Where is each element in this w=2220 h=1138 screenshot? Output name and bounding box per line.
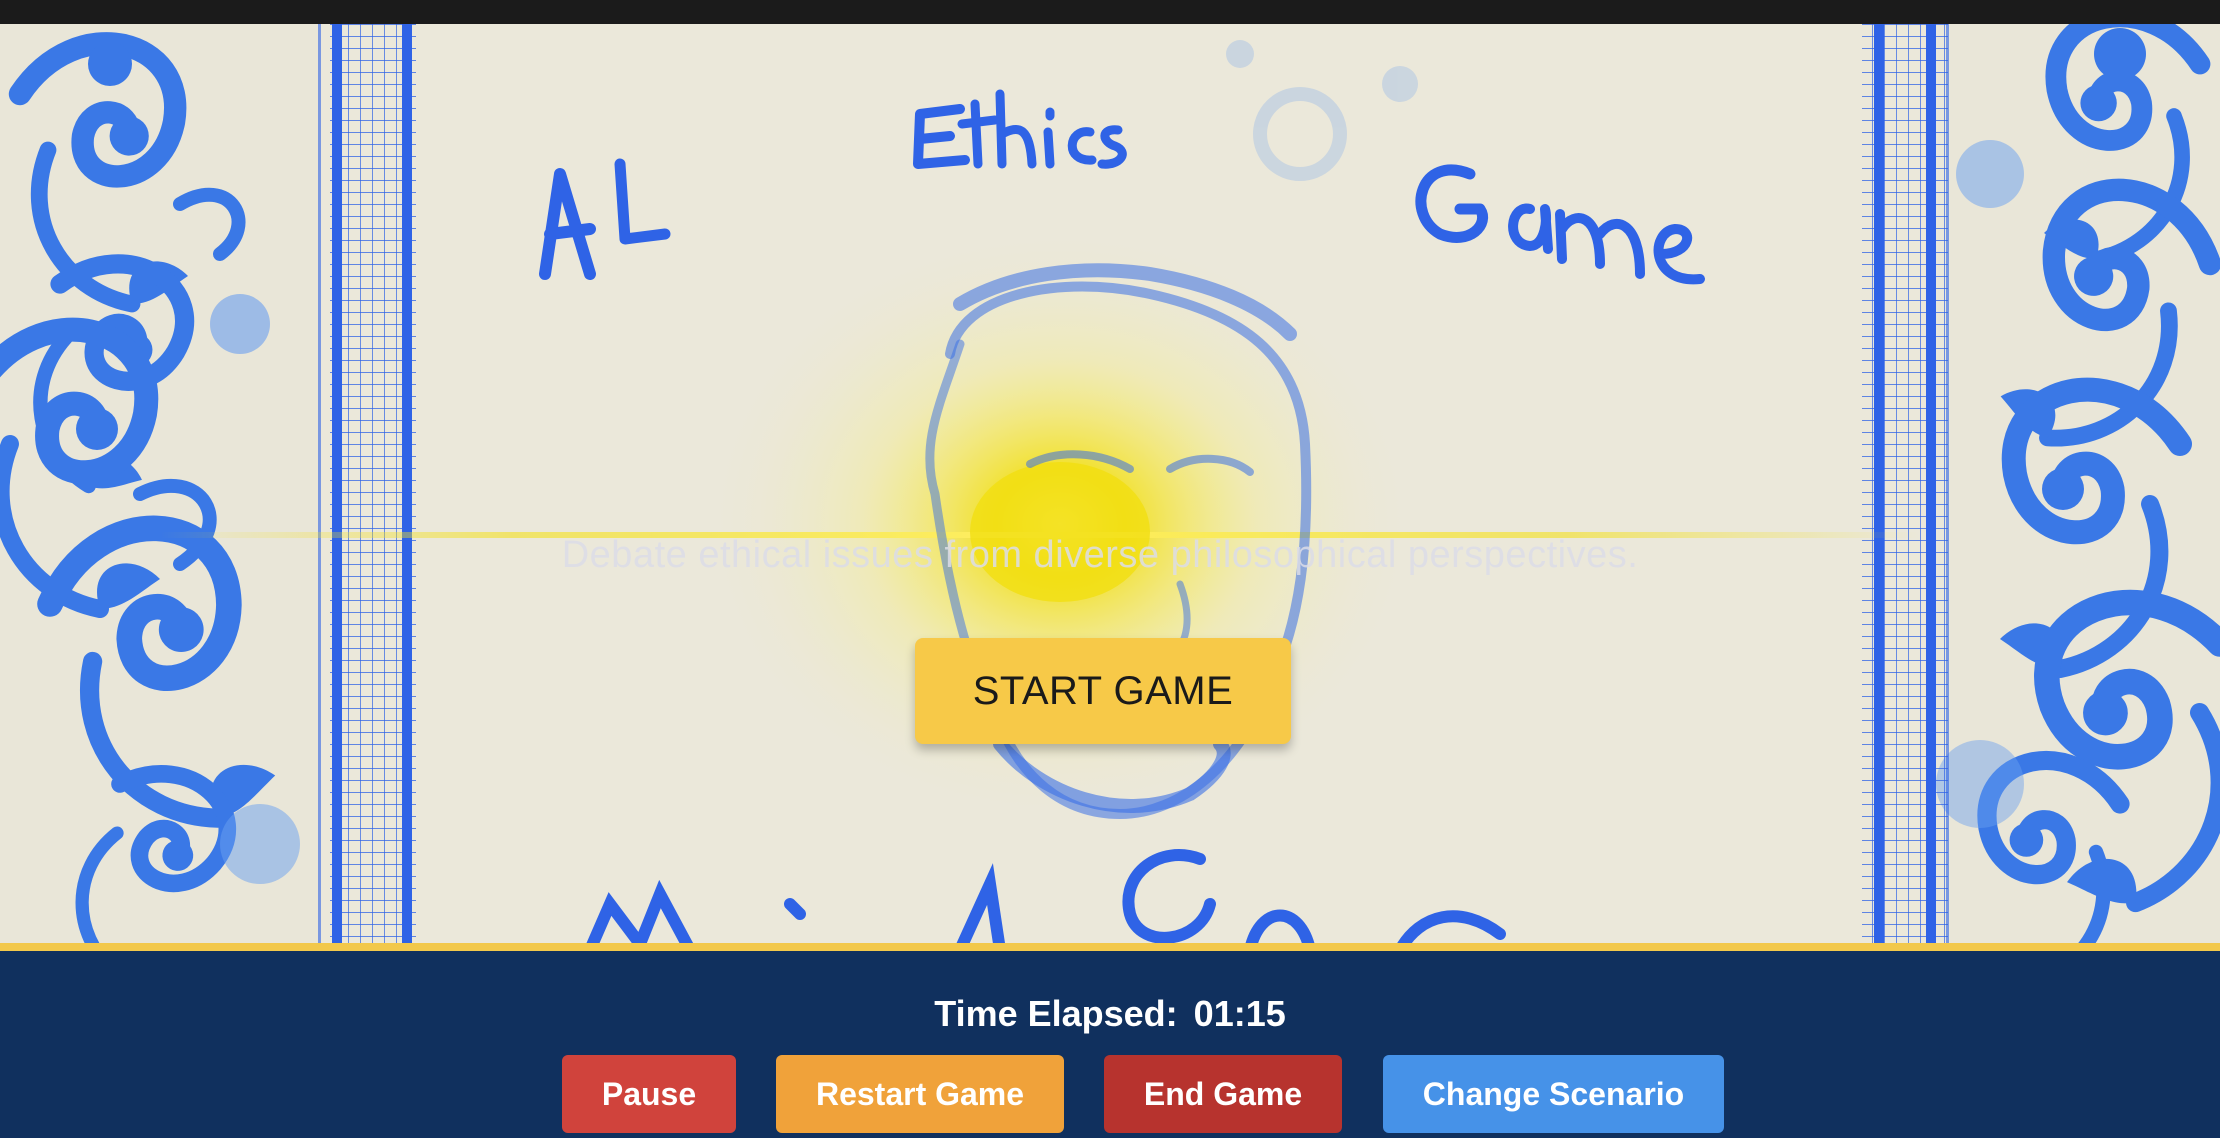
- left-grid-column-icon: [318, 24, 416, 950]
- game-title-screen: Debate ethical issues from diverse philo…: [0, 24, 2220, 950]
- pause-button[interactable]: Pause: [562, 1055, 736, 1133]
- start-game-button[interactable]: START GAME: [915, 638, 1291, 744]
- timer-value: 01:15: [1193, 993, 1286, 1034]
- bottom-handwriting-icon: [584, 849, 1506, 950]
- right-grid-column-icon: [1862, 24, 1949, 950]
- change-scenario-button[interactable]: Change Scenario: [1383, 1055, 1724, 1133]
- footer-divider: [0, 943, 2220, 951]
- timer-display: Time Elapsed: 01:15: [0, 993, 2220, 1035]
- restart-game-button[interactable]: Restart Game: [776, 1055, 1064, 1133]
- control-footer: Time Elapsed: 01:15 Pause Restart Game E…: [0, 951, 2220, 1138]
- right-floral-ornament-icon: [1936, 24, 2220, 950]
- faint-ornament-icon: [1226, 40, 1418, 181]
- timer-label: Time Elapsed:: [934, 993, 1178, 1034]
- left-floral-ornament-icon: [0, 24, 320, 950]
- top-bar: [0, 0, 2220, 24]
- end-game-button[interactable]: End Game: [1104, 1055, 1342, 1133]
- tagline-text: Debate ethical issues from diverse philo…: [561, 534, 1639, 576]
- background-art: [0, 24, 2220, 950]
